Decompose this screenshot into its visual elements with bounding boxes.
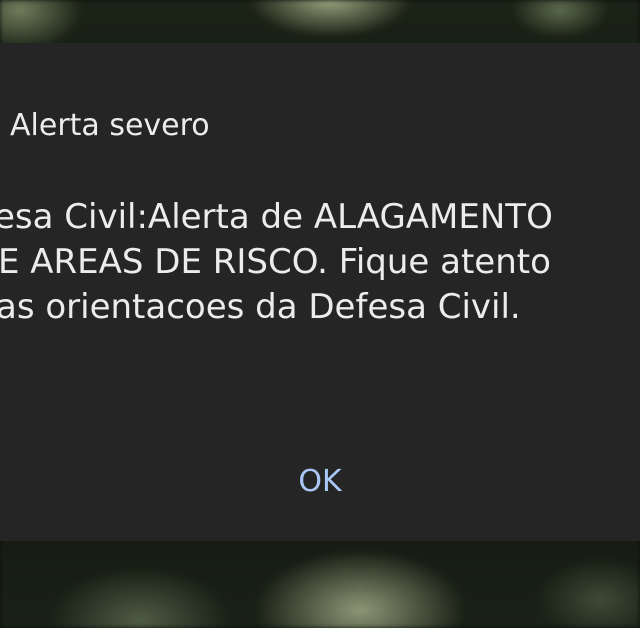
alert-message: esa Civil:Alerta de ALAGAMENTO E AREAS D… — [0, 195, 640, 330]
severe-alert-dialog: Alerta severo esa Civil:Alerta de ALAGAM… — [0, 43, 640, 541]
alert-message-line-1: esa Civil:Alerta de ALAGAMENTO — [0, 197, 553, 237]
alert-message-line-2: E AREAS DE RISCO. Fique atento — [0, 242, 551, 282]
alert-message-line-3: as orientacoes da Defesa Civil. — [0, 287, 521, 327]
ok-button[interactable]: OK — [280, 457, 360, 507]
alert-screen: Alerta severo esa Civil:Alerta de ALAGAM… — [0, 0, 640, 628]
dialog-title: Alerta severo — [10, 108, 210, 143]
